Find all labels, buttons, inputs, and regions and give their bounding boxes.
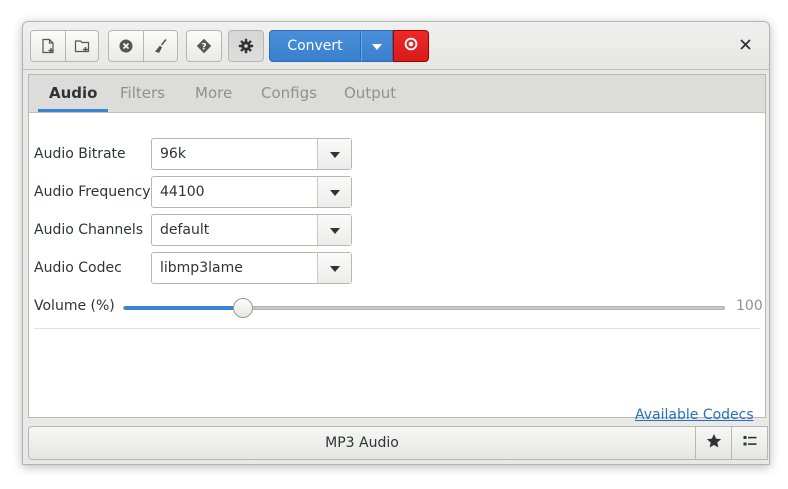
audio-bitrate-value: 96k (160, 146, 186, 162)
audio-channels-label: Audio Channels (34, 222, 144, 238)
audio-codec-value: libmp3lame (160, 260, 243, 276)
tab-configs[interactable]: Configs (250, 75, 328, 112)
add-folder-button[interactable] (66, 30, 99, 62)
close-button[interactable] (735, 36, 755, 56)
audio-channels-value: default (160, 222, 210, 238)
audio-frequency-value: 44100 (160, 184, 205, 200)
convert-label: Convert (287, 38, 343, 54)
add-folder-icon (74, 38, 90, 54)
header-bar: ? Convert (23, 22, 769, 70)
tab-filters[interactable]: Filters (109, 75, 176, 112)
svg-text:?: ? (201, 43, 206, 53)
stop-button[interactable] (393, 30, 429, 62)
add-file-icon (40, 38, 56, 54)
favorite-button[interactable] (696, 426, 732, 460)
clean-icon (153, 38, 169, 54)
audio-bitrate-label: Audio Bitrate (34, 146, 126, 162)
convert-button[interactable]: Convert (269, 30, 361, 62)
combo-arrow-button[interactable] (317, 177, 351, 207)
audio-frequency-label: Audio Frequency (34, 184, 151, 200)
clear-button[interactable] (108, 30, 144, 62)
tab-bar: Audio Filters More Configs Output (29, 75, 765, 113)
divider (34, 328, 760, 329)
star-icon (706, 433, 722, 453)
record-stop-icon (404, 37, 418, 55)
combo-arrow-button[interactable] (317, 139, 351, 169)
chevron-down-icon (329, 146, 340, 162)
available-codecs-link[interactable]: Available Codecs (635, 407, 754, 423)
settings-button[interactable] (228, 30, 264, 62)
volume-slider-fill (124, 306, 245, 310)
preset-label: MP3 Audio (325, 435, 399, 451)
tab-audio[interactable]: Audio (38, 75, 109, 112)
tab-output[interactable]: Output (333, 75, 407, 112)
convert-options-button[interactable] (361, 30, 393, 62)
clean-button[interactable] (144, 30, 178, 62)
volume-max-label: 100 (736, 298, 763, 314)
clear-icon (118, 38, 134, 54)
audio-frequency-combo[interactable]: 44100 (151, 176, 352, 208)
audio-channels-combo[interactable]: default (151, 214, 352, 246)
chevron-down-icon (329, 184, 340, 200)
audio-codec-label: Audio Codec (34, 260, 122, 276)
volume-label: Volume (%) (34, 298, 115, 314)
audio-codec-combo[interactable]: libmp3lame (151, 252, 352, 284)
chevron-down-icon (329, 222, 340, 238)
help-button[interactable]: ? (186, 30, 222, 62)
help-icon: ? (196, 38, 212, 54)
preset-list-button[interactable] (732, 426, 768, 460)
chevron-down-icon (372, 38, 382, 54)
add-file-button[interactable] (30, 30, 66, 62)
combo-arrow-button[interactable] (317, 253, 351, 283)
volume-slider-handle[interactable] (233, 298, 254, 318)
tab-more[interactable]: More (184, 75, 243, 112)
close-icon (739, 38, 751, 54)
audio-bitrate-combo[interactable]: 96k (151, 138, 352, 170)
settings-panel: Audio Filters More Configs Output Audio … (28, 74, 766, 423)
list-icon (742, 433, 758, 453)
main-window: ? Convert Audio Filters More Configs Out… (22, 21, 770, 465)
preset-selector[interactable]: MP3 Audio (28, 426, 696, 460)
settings-icon (238, 38, 254, 54)
chevron-down-icon (329, 260, 340, 276)
volume-slider[interactable] (123, 306, 725, 310)
combo-arrow-button[interactable] (317, 215, 351, 245)
